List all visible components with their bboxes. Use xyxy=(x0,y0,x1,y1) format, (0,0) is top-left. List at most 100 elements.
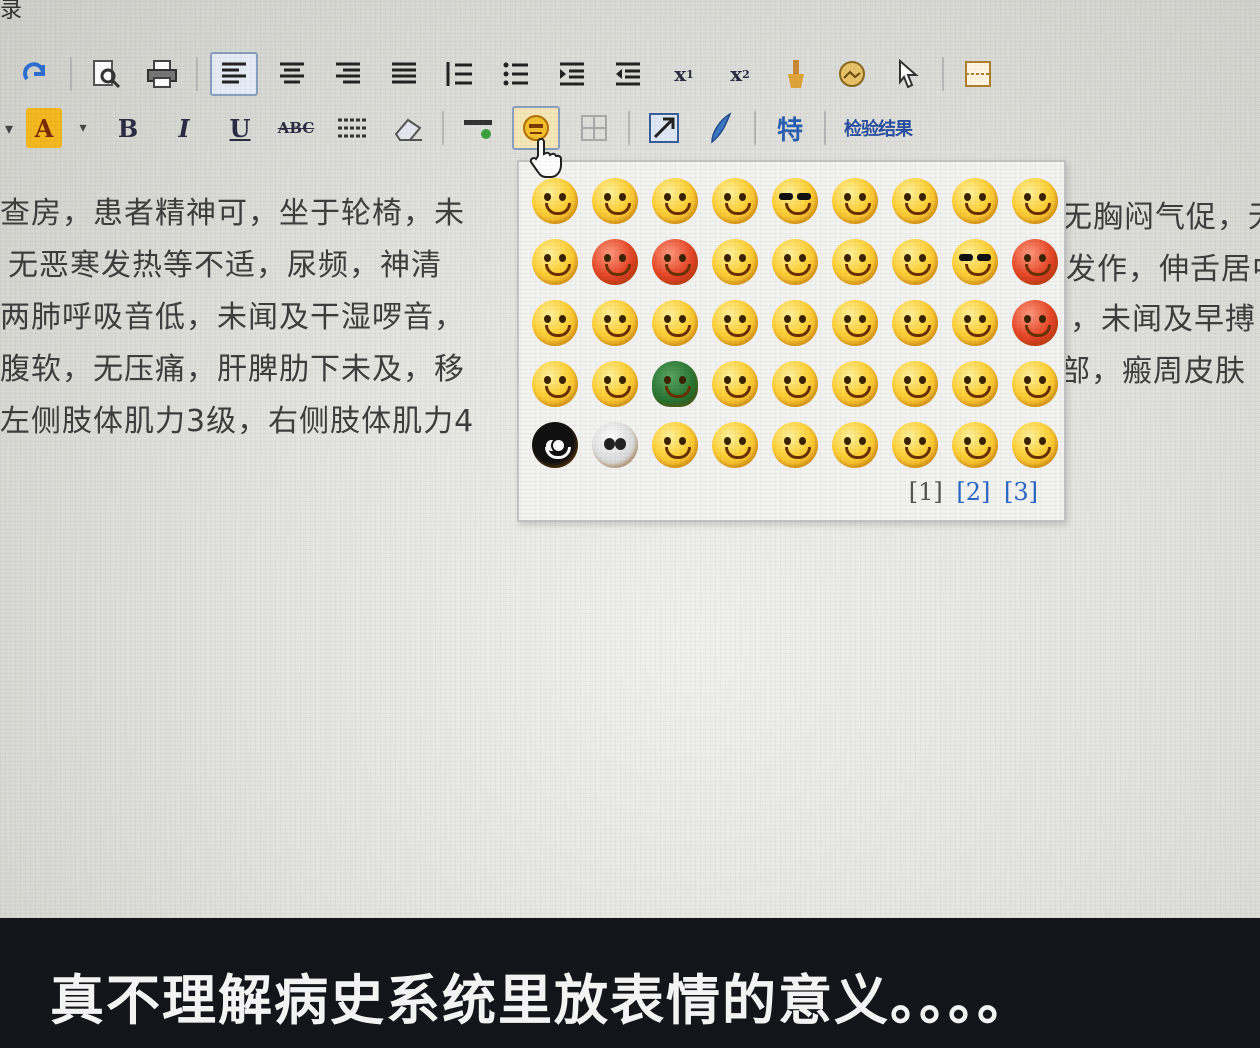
doc-line: 左侧肢体肌力3级，右侧肢体肌力4 xyxy=(0,404,475,439)
emoji-angry-icon[interactable] xyxy=(885,170,945,231)
emoji-sleepy-icon[interactable] xyxy=(1005,170,1065,231)
page-break-icon[interactable] xyxy=(956,54,1000,94)
emoji-face xyxy=(952,238,998,285)
emoji-furious-icon[interactable] xyxy=(645,231,705,292)
emoji-wide-eyed-icon[interactable] xyxy=(885,353,945,414)
doc-line: 发作，伸舌居中 xyxy=(1066,252,1260,287)
emoji-thinking-icon[interactable] xyxy=(825,414,885,475)
emoji-cheer-icon[interactable] xyxy=(765,414,825,475)
emoji-face xyxy=(832,177,878,224)
emoji-face xyxy=(1012,177,1058,224)
insert-line-icon[interactable] xyxy=(456,108,500,148)
emoji-hush-icon[interactable] xyxy=(945,353,1005,414)
emoji-whisper-icon[interactable] xyxy=(945,414,1005,475)
emoji-dizzy-icon[interactable] xyxy=(705,170,765,231)
emoji-sunglasses-icon[interactable] xyxy=(765,170,825,231)
pen-icon[interactable] xyxy=(698,108,742,148)
emoji-kiss-icon[interactable] xyxy=(705,231,765,292)
emoji-bleeding-icon[interactable] xyxy=(705,353,765,414)
emoji-face xyxy=(712,360,758,407)
emoji-face xyxy=(1012,360,1058,407)
find-icon[interactable] xyxy=(84,54,128,94)
emoji-face xyxy=(952,177,998,224)
page-1-link[interactable]: [1] xyxy=(909,478,943,506)
emoji-face xyxy=(652,421,698,468)
emoji-shy-icon[interactable] xyxy=(945,170,1005,231)
emoji-blank-icon[interactable] xyxy=(825,292,885,353)
emoji-sleep-icon[interactable] xyxy=(1005,353,1065,414)
emoji-laugh-icon[interactable] xyxy=(525,231,585,292)
emoji-black-ghost-icon[interactable] xyxy=(525,414,585,475)
emoji-daze-icon[interactable] xyxy=(885,414,945,475)
emoji-tongue-icon[interactable] xyxy=(585,353,645,414)
emoji-face xyxy=(832,360,878,407)
special-char-button[interactable]: 特 xyxy=(768,108,812,148)
emoji-sweat-icon[interactable] xyxy=(945,292,1005,353)
bold-button[interactable]: B xyxy=(106,108,150,148)
emoji-smile-icon[interactable] xyxy=(525,170,585,231)
hand-cursor-icon xyxy=(529,138,562,178)
emoji-face xyxy=(892,299,938,346)
image-icon[interactable] xyxy=(830,54,874,94)
emoji-grin-icon[interactable] xyxy=(585,170,645,231)
cursor-icon[interactable] xyxy=(886,54,930,94)
emoji-pout-icon[interactable] xyxy=(765,353,825,414)
emoji-cool-icon[interactable] xyxy=(945,231,1005,292)
redo-icon[interactable] xyxy=(14,54,58,94)
align-right-icon[interactable] xyxy=(326,54,370,94)
page-3-link[interactable]: [3] xyxy=(1004,478,1038,506)
emoji-turtle-icon[interactable] xyxy=(645,353,705,414)
emoji-heart-eyes-icon[interactable] xyxy=(645,170,705,231)
emoji-frown-icon[interactable] xyxy=(705,414,765,475)
emoji-giggle-icon[interactable] xyxy=(645,292,705,353)
ordered-list-icon[interactable] xyxy=(438,54,482,94)
insert-table-icon[interactable] xyxy=(572,108,616,148)
emoji-surprised-icon[interactable] xyxy=(825,170,885,231)
indent-icon[interactable] xyxy=(606,54,650,94)
emoji-face xyxy=(1012,421,1058,468)
italic-button[interactable]: I xyxy=(162,108,206,148)
emoji-chuckle-icon[interactable] xyxy=(1005,414,1065,475)
emoji-sad-icon[interactable] xyxy=(885,231,945,292)
font-color-button[interactable]: A xyxy=(26,108,62,148)
print-icon[interactable] xyxy=(140,54,184,94)
outdent-icon[interactable] xyxy=(550,54,594,94)
dropdown-arrow-icon[interactable]: ▾ xyxy=(0,108,18,148)
table-icon[interactable] xyxy=(330,108,374,148)
eraser-icon[interactable] xyxy=(386,108,430,148)
page-2-link[interactable]: [2] xyxy=(956,478,990,506)
emoji-pager: [1] [2] [3] xyxy=(903,478,1038,506)
emoji-smirk-icon[interactable] xyxy=(705,292,765,353)
emoji-shocked-icon[interactable] xyxy=(885,292,945,353)
format-brush-icon[interactable] xyxy=(774,54,818,94)
toolbar-separator xyxy=(442,111,444,145)
emoji-proud-icon[interactable] xyxy=(765,292,825,353)
justify-icon[interactable] xyxy=(382,54,426,94)
emoji-face xyxy=(712,177,758,224)
superscript-icon[interactable]: x2 xyxy=(718,54,762,94)
align-left-icon[interactable] xyxy=(210,52,258,96)
emoji-hammer-icon[interactable] xyxy=(645,414,705,475)
emoji-blush-red-icon[interactable] xyxy=(1005,231,1065,292)
template-button[interactable]: 检验结果 xyxy=(838,108,918,148)
strikethrough-button[interactable]: ABC xyxy=(274,108,318,148)
emoji-big-grin-icon[interactable] xyxy=(765,231,825,292)
emoji-wink-icon[interactable] xyxy=(825,231,885,292)
doc-line: 腹软，无压痛，肝脾肋下未及，移 xyxy=(0,352,465,387)
emoji-face xyxy=(652,238,698,285)
emoji-happy-icon[interactable] xyxy=(585,292,645,353)
subscript-icon[interactable]: x1 xyxy=(662,54,706,94)
unordered-list-icon[interactable] xyxy=(494,54,538,94)
emoji-cry-icon[interactable] xyxy=(525,292,585,353)
font-color-dropdown-icon[interactable]: ▾ xyxy=(74,108,92,148)
doc-line: 无恶寒发热等不适，尿频，神清 xyxy=(8,248,442,283)
emoji-skull-icon[interactable] xyxy=(585,414,645,475)
emoji-face xyxy=(832,299,878,346)
underline-button[interactable]: U xyxy=(218,108,262,148)
emoji-red-shout-icon[interactable] xyxy=(1005,292,1065,353)
emoji-confused-icon[interactable] xyxy=(825,353,885,414)
emoji-sneer-icon[interactable] xyxy=(525,353,585,414)
align-center-icon[interactable] xyxy=(270,54,314,94)
link-icon[interactable] xyxy=(642,108,686,148)
emoji-red-angry-icon[interactable] xyxy=(585,231,645,292)
